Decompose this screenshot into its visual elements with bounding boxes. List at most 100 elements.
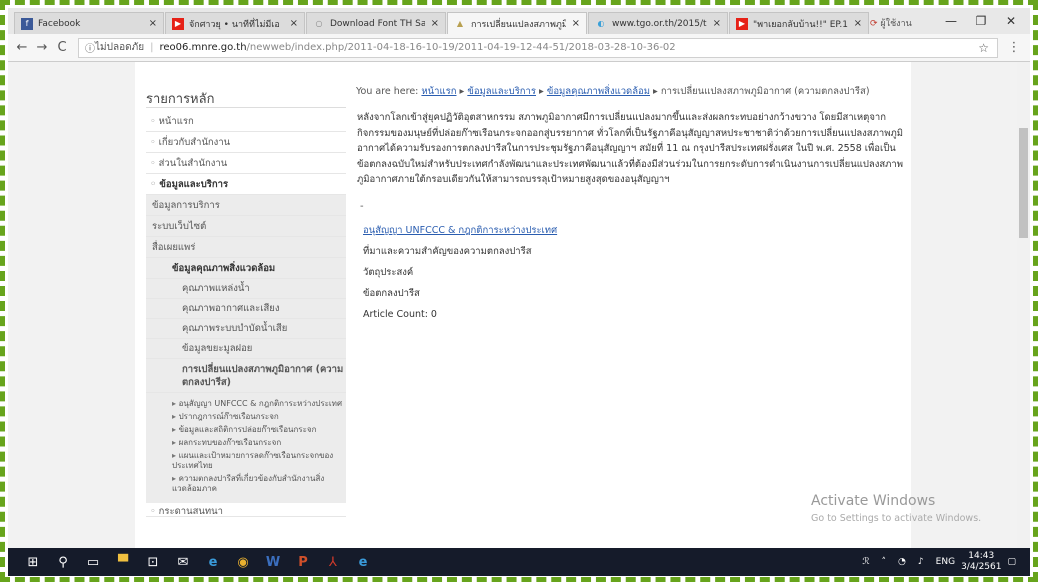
info-icon[interactable]: ⓘ [85, 40, 95, 55]
sidebar-link-unfccc[interactable]: อนุสัญญา UNFCCC & กฎกติการะหว่างประเทศ [172, 399, 342, 409]
breadcrumb-prefix: You are here: [356, 86, 419, 97]
security-label[interactable]: ไม่ปลอดภัย [95, 40, 144, 55]
close-tab-icon[interactable]: × [431, 18, 439, 29]
acrobat-icon[interactable]: ⅄ [318, 548, 348, 576]
browser-menu-icon[interactable]: ⋮ [1004, 40, 1024, 55]
sidebar-subitem-climate-change[interactable]: การเปลี่ยนแปลงสภาพภูมิอากาศ (ความตกลงปาร… [146, 359, 346, 393]
reload-button[interactable]: C [52, 40, 72, 55]
mail-icon[interactable]: ✉ [168, 548, 198, 576]
sidebar-link-ghg-impact[interactable]: ผลกระทบของก๊าซเรือนกระจก [172, 438, 342, 448]
search-icon[interactable]: ⚲ [48, 548, 78, 576]
sidebar-title: รายการหลัก [146, 92, 215, 107]
scrollbar-thumb[interactable] [1019, 128, 1028, 238]
youtube-icon: ▶ [172, 17, 184, 30]
sidebar-subitem-solid-waste[interactable]: ข้อมูลขยะมูลฝอย [146, 339, 346, 359]
loading-icon: ○ [315, 19, 323, 28]
unfccc-link[interactable]: อนุสัญญา UNFCCC & กฎกติการะหว่างประเทศ [363, 225, 557, 236]
tab-youtube-1[interactable]: ▶ จักศาวยุ • นาทีที่ไม่มีเอ × [165, 12, 305, 34]
chrome-loading-icon: ◐ [597, 19, 605, 28]
sidebar-item-home[interactable]: หน้าแรก [146, 111, 346, 132]
task-view-icon[interactable]: ▭ [78, 548, 108, 576]
paris-background-item[interactable]: ที่มาและความสำคัญของความตกลงปารีส [363, 241, 557, 262]
internet-explorer-icon[interactable]: e [348, 548, 378, 576]
tab-title: www.tgo.or.th/2015/t [612, 18, 707, 29]
sidebar-item-forum[interactable]: กระดานสนทนา [146, 503, 346, 517]
paris-agreement-item[interactable]: ข้อตกลงปารีส [363, 283, 557, 304]
activate-windows-subtitle: Go to Settings to activate Windows. [811, 513, 982, 524]
sidebar-climate-submenu: อนุสัญญา UNFCCC & กฎกติการะหว่างประเทศ ป… [146, 393, 346, 503]
sidebar-item-about[interactable]: เกี่ยวกับสำนักงาน [146, 132, 346, 153]
sidebar-subitem-env-quality[interactable]: ข้อมูลคุณภาพสิ่งแวดล้อม [146, 258, 346, 279]
tab-download-font[interactable]: ○ Download Font TH Sa × [306, 12, 446, 34]
file-explorer-icon[interactable]: ▀ [108, 548, 138, 576]
tab-title: Facebook [38, 18, 81, 29]
tab-title: จักศาวยุ • นาทีที่ไม่มีเอ [189, 19, 280, 30]
restore-button[interactable]: ❐ [966, 8, 996, 34]
sidebar-link-ghg-stats[interactable]: ข้อมูลและสถิติการปล่อยก๊าซเรือนกระจก [172, 425, 342, 435]
sidebar-link-ghg-phenomenon[interactable]: ปรากฎการณ์ก๊าซเรือนกระจก [172, 412, 342, 422]
page-viewport: รายการหลัก หน้าแรก เกี่ยวกับสำนักงาน ส่ว… [8, 62, 1030, 548]
windows-start-icon[interactable]: ⊞ [18, 548, 48, 576]
url-input[interactable]: ⓘ ไม่ปลอดภัย | reo06.mnre.go.th/newweb/i… [78, 37, 998, 58]
close-tab-icon[interactable]: × [713, 18, 721, 29]
tab-facebook[interactable]: f Facebook × [14, 12, 164, 34]
volume-icon[interactable]: ♪ [918, 557, 924, 567]
notification-icon[interactable]: ▢ [1007, 557, 1016, 567]
tab-climate-change[interactable]: ▲ การเปลี่ยนแปลงสภาพภูมิอ × [447, 12, 587, 34]
sidebar-subitem-service-info[interactable]: ข้อมูลการบริการ [146, 195, 346, 216]
chrome-icon[interactable]: ◉ [228, 548, 258, 576]
url-separator: | [150, 42, 154, 53]
intro-paragraph: หลังจากโลกเข้าสู่ยุคปฏิวัติอุตสาหกรรม สภ… [357, 112, 903, 185]
clock-time: 14:43 [968, 551, 995, 561]
system-tray: ℛ ˄ ◔ ♪ ENG 14:43 3/4/2561 ▢ [856, 548, 1022, 576]
left-margin [8, 62, 135, 548]
close-tab-icon[interactable]: × [572, 18, 580, 29]
youtube-icon: ▶ [736, 17, 748, 30]
word-icon[interactable]: W [258, 548, 288, 576]
sidebar-item-info-services[interactable]: ข้อมูลและบริการ [146, 174, 346, 195]
right-margin [911, 62, 1017, 548]
close-window-button[interactable]: ✕ [996, 8, 1026, 34]
article-links: อนุสัญญา UNFCCC & กฎกติการะหว่างประเทศ ท… [363, 220, 557, 325]
sidebar-menu: หน้าแรก เกี่ยวกับสำนักงาน ส่วนในสำนักงาน… [146, 111, 346, 517]
breadcrumb-current: การเปลี่ยนแปลงสภาพภูมิอากาศ (ความตกลงปาร… [660, 86, 870, 97]
store-icon[interactable]: ⊡ [138, 548, 168, 576]
objectives-item[interactable]: วัตถุประสงค์ [363, 262, 557, 283]
sidebar-divider [146, 107, 346, 108]
sidebar-subitem-wastewater[interactable]: คุณภาพระบบบำบัดน้ำเสีย [146, 319, 346, 339]
breadcrumb-home-link[interactable]: หน้าแรก [421, 86, 456, 97]
forward-button[interactable]: → [32, 40, 52, 55]
tab-youtube-2[interactable]: ▶ "พาเยอกลับบ้าน!!" EP.1 × [729, 12, 869, 34]
profile-button[interactable]: ⟳ ผู้ใช้งาน [870, 16, 912, 30]
close-tab-icon[interactable]: × [854, 18, 862, 29]
sidebar-item-divisions[interactable]: ส่วนในสำนักงาน [146, 153, 346, 174]
sidebar-link-ghg-plan[interactable]: แผนและเป้าหมายการลดก๊าซเรือนกระจกของประเ… [172, 451, 342, 471]
tab-title: การเปลี่ยนแปลงสภาพภูมิอ [471, 19, 566, 30]
language-indicator[interactable]: ENG [936, 557, 955, 567]
breadcrumb-env-link[interactable]: ข้อมูลคุณภาพสิ่งแวดล้อม [547, 86, 650, 97]
clock[interactable]: 14:43 3/4/2561 [961, 551, 1001, 573]
profile-label: ผู้ใช้งาน [880, 19, 912, 29]
chevron-up-icon[interactable]: ˄ [882, 557, 887, 567]
bookmark-star-icon[interactable]: ☆ [978, 41, 989, 55]
sidebar-subitem-media[interactable]: สื่อเผยแพร่ [146, 237, 346, 258]
browser-tab-bar: f Facebook × ▶ จักศาวยุ • นาทีที่ไม่มีเอ… [8, 8, 1030, 34]
sidebar-subitem-air-noise[interactable]: คุณภาพอากาศและเสียง [146, 299, 346, 319]
breadcrumb-services-link[interactable]: ข้อมูลและบริการ [467, 86, 536, 97]
clock-date: 3/4/2561 [961, 562, 1002, 572]
activate-windows-title: Activate Windows [811, 493, 936, 509]
people-icon[interactable]: ℛ [862, 557, 869, 567]
tab-tgo[interactable]: ◐ www.tgo.or.th/2015/t × [588, 12, 728, 34]
close-tab-icon[interactable]: × [290, 18, 298, 29]
sidebar-subitem-water[interactable]: คุณภาพแหล่งน้ำ [146, 279, 346, 299]
back-button[interactable]: ← [12, 40, 32, 55]
edge-icon[interactable]: e [198, 548, 228, 576]
network-icon[interactable]: ◔ [898, 557, 906, 567]
close-tab-icon[interactable]: × [149, 18, 157, 29]
url-host: reo06.mnre.go.th [159, 42, 247, 53]
powerpoint-icon[interactable]: P [288, 548, 318, 576]
sidebar-subitem-website-system[interactable]: ระบบเว็บไซต์ [146, 216, 346, 237]
tab-title: "พาเยอกลับบ้าน!!" EP.1 [753, 19, 848, 30]
sidebar-link-paris-office[interactable]: ความตกลงปารีสที่เกี่ยวข้องกับสำนักงานสิ่… [172, 474, 342, 494]
minimize-button[interactable]: — [936, 8, 966, 34]
